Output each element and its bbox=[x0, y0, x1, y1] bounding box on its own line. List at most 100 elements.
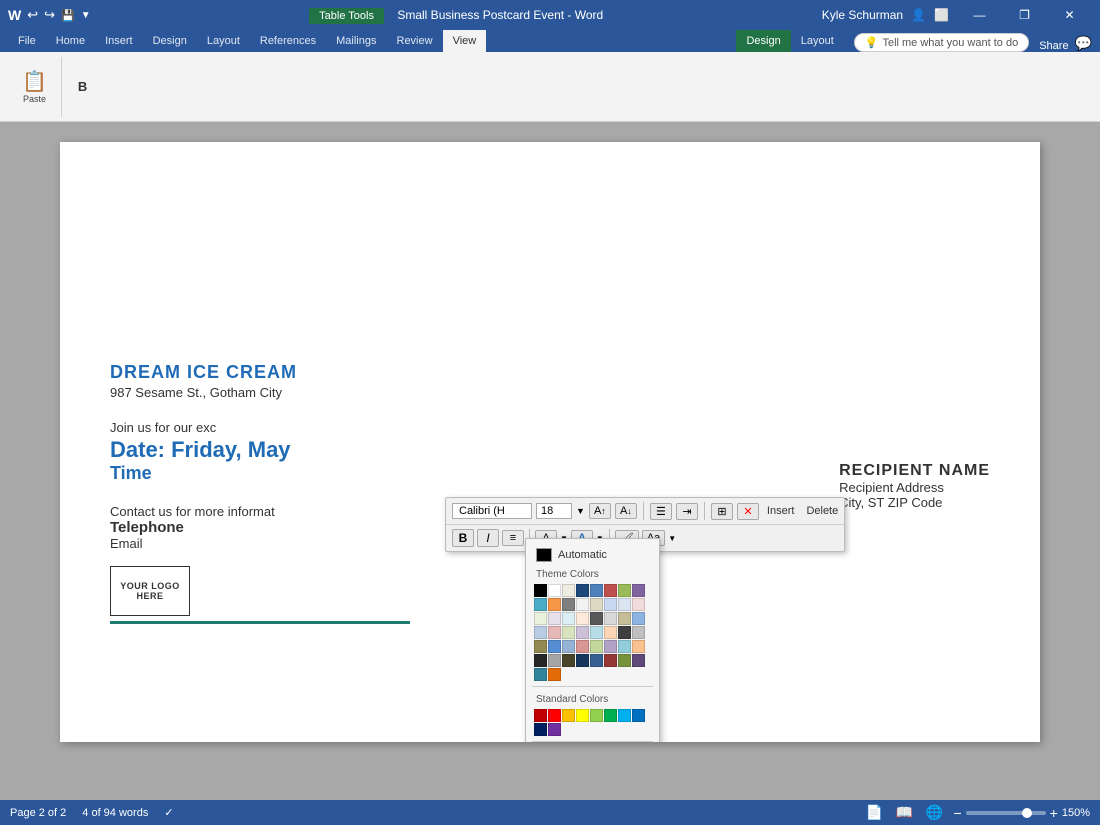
color-cell[interactable] bbox=[604, 626, 617, 639]
tab-mailings[interactable]: Mailings bbox=[326, 30, 386, 52]
color-cell[interactable] bbox=[632, 640, 645, 653]
bold-button[interactable]: B bbox=[72, 75, 93, 99]
clear-button[interactable]: ✕ bbox=[737, 503, 759, 520]
color-cell[interactable] bbox=[548, 584, 561, 597]
color-cell[interactable] bbox=[590, 584, 603, 597]
web-layout-view-button[interactable]: 🌐 bbox=[923, 805, 945, 821]
color-cell[interactable] bbox=[618, 640, 631, 653]
color-cell[interactable] bbox=[604, 598, 617, 611]
close-button[interactable]: ✕ bbox=[1047, 0, 1092, 30]
recipient-address[interactable]: Recipient Address bbox=[839, 480, 990, 495]
color-cell[interactable] bbox=[534, 598, 547, 611]
color-cell[interactable] bbox=[562, 640, 575, 653]
recipient-city[interactable]: City, ST ZIP Code bbox=[839, 495, 990, 510]
tab-table-layout[interactable]: Layout bbox=[791, 30, 844, 52]
color-cell[interactable] bbox=[618, 584, 631, 597]
color-cell[interactable] bbox=[576, 584, 589, 597]
display-options-icon[interactable]: ⬜ bbox=[934, 8, 949, 22]
tab-view[interactable]: View bbox=[443, 30, 487, 52]
color-cell[interactable] bbox=[576, 654, 589, 667]
color-cell[interactable] bbox=[562, 626, 575, 639]
proofing-icon[interactable]: ✓ bbox=[164, 806, 173, 819]
color-cell[interactable] bbox=[590, 626, 603, 639]
color-cell[interactable] bbox=[534, 584, 547, 597]
logo-box[interactable]: YOUR LOGOHERE bbox=[110, 566, 190, 616]
color-cell[interactable] bbox=[590, 640, 603, 653]
cp-automatic-option[interactable]: Automatic bbox=[532, 545, 653, 565]
color-cell[interactable] bbox=[604, 612, 617, 625]
color-cell[interactable] bbox=[632, 654, 645, 667]
zoom-slider[interactable] bbox=[966, 811, 1046, 815]
align-button[interactable]: ≡ bbox=[502, 530, 524, 546]
chevron-down-icon[interactable]: ▼ bbox=[576, 506, 585, 516]
minimize-button[interactable]: — bbox=[957, 0, 1002, 30]
color-cell[interactable] bbox=[548, 668, 561, 681]
color-cell[interactable] bbox=[618, 612, 631, 625]
color-cell[interactable] bbox=[618, 709, 631, 722]
color-cell[interactable] bbox=[632, 709, 645, 722]
tab-home[interactable]: Home bbox=[46, 30, 95, 52]
quick-access-redo[interactable]: ↪ bbox=[44, 7, 55, 23]
tab-review[interactable]: Review bbox=[387, 30, 443, 52]
color-cell[interactable] bbox=[590, 598, 603, 611]
color-cell[interactable] bbox=[534, 709, 547, 722]
font-name-input[interactable] bbox=[452, 503, 532, 519]
table-button[interactable]: ⊞ bbox=[711, 503, 733, 520]
color-cell[interactable] bbox=[590, 612, 603, 625]
tab-insert[interactable]: Insert bbox=[95, 30, 143, 52]
color-cell[interactable] bbox=[548, 723, 561, 736]
comments-icon[interactable]: 💬 bbox=[1075, 35, 1092, 52]
color-cell[interactable] bbox=[576, 598, 589, 611]
list-button[interactable]: ☰ bbox=[650, 503, 672, 520]
tab-table-design[interactable]: Design bbox=[736, 30, 790, 52]
join-text[interactable]: Join us for our exc bbox=[110, 420, 990, 435]
color-cell[interactable] bbox=[534, 723, 547, 736]
paste-button[interactable]: 📋 Paste bbox=[16, 61, 53, 113]
ft-insert-label[interactable]: Insert bbox=[767, 505, 795, 517]
color-cell[interactable] bbox=[632, 626, 645, 639]
color-cell[interactable] bbox=[534, 654, 547, 667]
share-button[interactable]: Share bbox=[1039, 40, 1068, 52]
zoom-in-button[interactable]: + bbox=[1050, 805, 1058, 821]
bold-format-button[interactable]: B bbox=[452, 529, 474, 547]
color-cell[interactable] bbox=[632, 584, 645, 597]
color-cell[interactable] bbox=[632, 598, 645, 611]
color-cell[interactable] bbox=[534, 668, 547, 681]
color-cell[interactable] bbox=[562, 584, 575, 597]
italic-format-button[interactable]: I bbox=[477, 529, 499, 547]
color-cell[interactable] bbox=[632, 612, 645, 625]
tell-me-input[interactable]: 💡 Tell me what you want to do bbox=[854, 33, 1029, 52]
zoom-out-button[interactable]: − bbox=[953, 805, 961, 821]
read-mode-view-button[interactable]: 📖 bbox=[893, 805, 915, 821]
quick-access-undo[interactable]: ↩ bbox=[27, 7, 38, 23]
ft-delete-label[interactable]: Delete bbox=[806, 505, 838, 517]
color-cell[interactable] bbox=[604, 709, 617, 722]
color-cell[interactable] bbox=[562, 612, 575, 625]
tab-design[interactable]: Design bbox=[143, 30, 197, 52]
color-cell[interactable] bbox=[590, 709, 603, 722]
color-cell[interactable] bbox=[576, 612, 589, 625]
quick-access-save[interactable]: 💾 bbox=[61, 9, 75, 22]
color-cell[interactable] bbox=[604, 640, 617, 653]
color-cell[interactable] bbox=[576, 626, 589, 639]
restore-button[interactable]: ❐ bbox=[1002, 0, 1047, 30]
color-cell[interactable] bbox=[604, 654, 617, 667]
color-cell[interactable] bbox=[562, 654, 575, 667]
business-address[interactable]: 987 Sesame St., Gotham City bbox=[110, 385, 990, 400]
color-cell[interactable] bbox=[548, 640, 561, 653]
color-cell[interactable] bbox=[548, 612, 561, 625]
indent-button[interactable]: ⇥ bbox=[676, 503, 698, 520]
business-name[interactable]: DREAM ICE CREAM bbox=[110, 362, 990, 383]
font-shrink-button[interactable]: A↓ bbox=[615, 503, 637, 519]
recipient-name[interactable]: RECIPIENT NAME bbox=[839, 462, 990, 480]
color-cell[interactable] bbox=[548, 709, 561, 722]
color-cell[interactable] bbox=[548, 626, 561, 639]
tab-references[interactable]: References bbox=[250, 30, 326, 52]
color-cell[interactable] bbox=[562, 598, 575, 611]
font-grow-button[interactable]: A↑ bbox=[589, 503, 611, 519]
color-cell[interactable] bbox=[604, 584, 617, 597]
font-size-input[interactable] bbox=[536, 503, 572, 519]
color-cell[interactable] bbox=[548, 598, 561, 611]
color-cell[interactable] bbox=[534, 640, 547, 653]
color-cell[interactable] bbox=[562, 709, 575, 722]
